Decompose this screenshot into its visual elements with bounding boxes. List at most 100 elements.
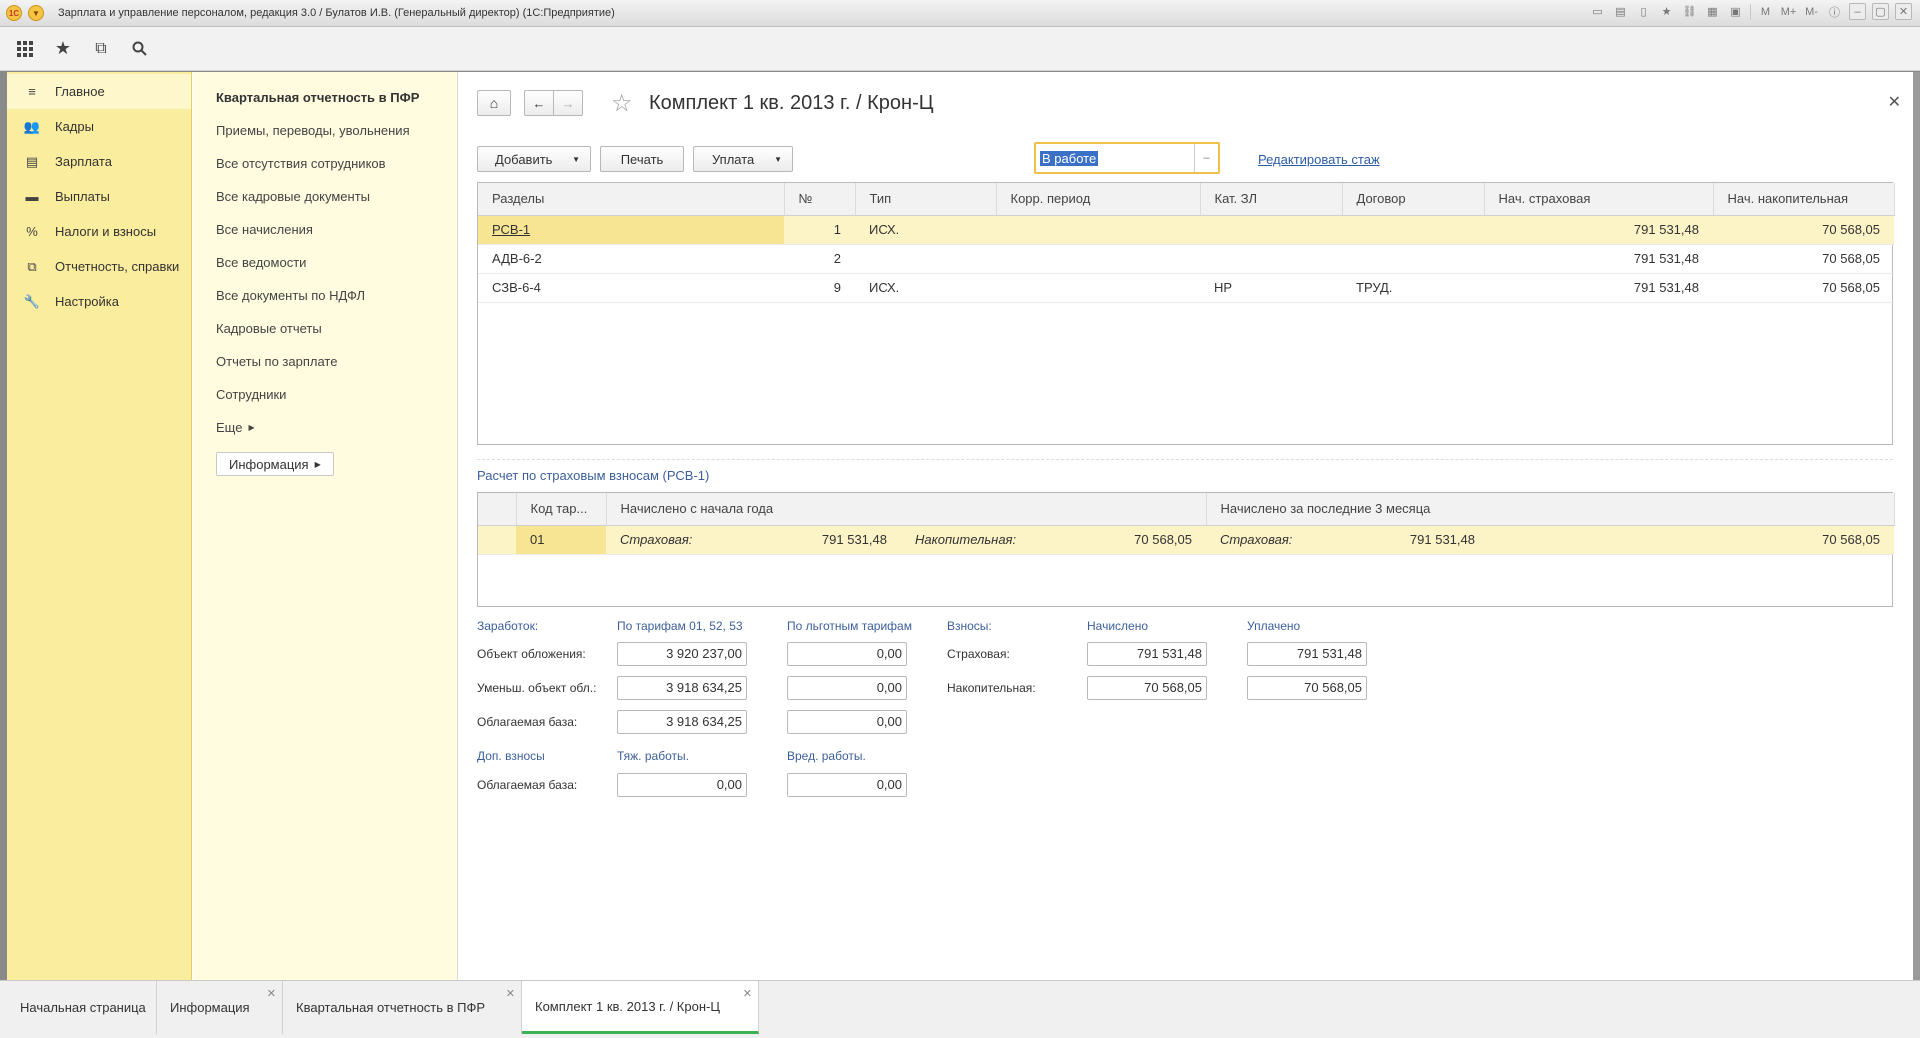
table-row[interactable]: 01 Страховая: 791 531,48 Накопительная: … — [478, 525, 1894, 555]
cell-section[interactable]: РСВ-1 — [478, 215, 784, 245]
cell-section[interactable]: АДВ-6-2 — [478, 244, 784, 274]
print-button[interactable]: Печать — [600, 146, 684, 172]
close-tab-icon[interactable]: ✕ — [506, 987, 515, 1000]
print-icon[interactable]: ▤ — [1612, 3, 1629, 20]
close-window-icon[interactable]: ✕ — [1895, 3, 1912, 20]
cell-q-funded[interactable]: 70 568,05 — [1489, 525, 1894, 555]
cell-corr-period[interactable] — [996, 273, 1200, 303]
section-reports[interactable]: ⧉ Отчетность, справки — [7, 249, 191, 284]
extra-heavy-field[interactable]: 0,00 — [617, 773, 747, 797]
nav-item[interactable]: Все отсутствия сотрудников — [193, 147, 457, 180]
cell-number[interactable]: 1 — [784, 215, 855, 245]
cell-q-insurance[interactable]: Страховая: 791 531,48 — [1206, 525, 1489, 555]
extra-harm-field[interactable]: 0,00 — [787, 773, 907, 797]
apps-grid-icon[interactable] — [14, 38, 36, 60]
cell-funded[interactable]: 70 568,05 — [1713, 273, 1894, 303]
cell-category[interactable] — [1200, 244, 1342, 274]
dropdown-dash-icon[interactable]: – — [1194, 144, 1218, 172]
insurance-paid-field[interactable]: 791 531,48 — [1247, 642, 1367, 666]
cell-insurance[interactable]: 791 531,48 — [1484, 244, 1713, 274]
cell-corr-period[interactable] — [996, 215, 1200, 245]
section-salary[interactable]: ▤ Зарплата — [7, 144, 191, 179]
col-header[interactable]: Начислено с начала года — [606, 493, 1207, 526]
close-tab-icon[interactable]: ✕ — [267, 987, 276, 1000]
edit-seniority-link[interactable]: Редактировать стаж — [1258, 152, 1380, 167]
home-button[interactable]: ⌂ — [477, 90, 511, 116]
nav-item[interactable]: Сотрудники — [193, 378, 457, 411]
payment-button[interactable]: Уплата ▼ — [693, 146, 793, 172]
object-tariff-field[interactable]: 3 920 237,00 — [617, 642, 747, 666]
nav-item[interactable]: Отчеты по зарплате — [193, 345, 457, 378]
funded-charged-field[interactable]: 70 568,05 — [1087, 676, 1207, 700]
col-header[interactable]: Нач. накопительная — [1713, 183, 1895, 216]
memory-m-icon[interactable]: M — [1757, 3, 1774, 20]
cell-type[interactable] — [855, 244, 996, 274]
nav-item[interactable]: Все начисления — [193, 213, 457, 246]
maximize-icon[interactable]: ▢ — [1872, 3, 1889, 20]
nav-item[interactable]: Кадровые отчеты — [193, 312, 457, 345]
link-icon[interactable]: ⛓ — [1681, 3, 1698, 20]
col-header[interactable]: Разделы — [478, 183, 785, 216]
section-main[interactable]: ≡ Главное — [7, 74, 191, 109]
insurance-charged-field[interactable]: 791 531,48 — [1087, 642, 1207, 666]
section-payments[interactable]: ▬ Выплаты — [7, 179, 191, 214]
cell-category[interactable]: НР — [1200, 273, 1342, 303]
add-button[interactable]: Добавить ▼ — [477, 146, 591, 172]
history-icon[interactable]: ⧉ — [90, 38, 112, 60]
nav-item[interactable]: Все ведомости — [193, 246, 457, 279]
nav-item[interactable]: Все кадровые документы — [193, 180, 457, 213]
cell-funded[interactable]: 70 568,05 — [1713, 244, 1894, 274]
close-tab-icon[interactable]: ✕ — [743, 987, 752, 1000]
funded-paid-field[interactable]: 70 568,05 — [1247, 676, 1367, 700]
info-icon[interactable]: ⓘ — [1826, 3, 1843, 20]
col-header[interactable]: Тип — [855, 183, 997, 216]
cell-contract[interactable] — [1342, 244, 1484, 274]
nav-item[interactable]: Приемы, переводы, увольнения — [193, 114, 457, 147]
col-header[interactable]: Корр. период — [996, 183, 1201, 216]
preview-icon[interactable]: ▯ — [1635, 3, 1652, 20]
cell-type[interactable]: ИСХ. — [855, 215, 996, 245]
minimize-icon[interactable]: – — [1849, 3, 1866, 20]
cell-funded[interactable]: 70 568,05 — [1713, 215, 1894, 245]
cell-insurance[interactable]: 791 531,48 — [1484, 273, 1713, 303]
col-header[interactable]: Нач. страховая — [1484, 183, 1714, 216]
nav-title[interactable]: Квартальная отчетность в ПФР — [193, 72, 457, 114]
reduced-tariff-field[interactable]: 3 918 634,25 — [617, 676, 747, 700]
col-header[interactable]: Начислено за последние 3 месяца — [1206, 493, 1895, 526]
calculator-icon[interactable]: ▦ — [1704, 3, 1721, 20]
favorites-add-icon[interactable]: ★ — [1658, 3, 1675, 20]
section-personnel[interactable]: 👥 Кадры — [7, 109, 191, 144]
tab-pfr-reports[interactable]: Квартальная отчетность в ПФР ✕ — [283, 981, 522, 1034]
col-header[interactable]: Код тар... — [516, 493, 607, 526]
reduced-pref-field[interactable]: 0,00 — [787, 676, 907, 700]
base-tariff-field[interactable]: 3 918 634,25 — [617, 710, 747, 734]
memory-m-minus-icon[interactable]: M- — [1803, 3, 1820, 20]
favorites-icon[interactable]: ★ — [52, 38, 74, 60]
table-row[interactable]: СЗВ-6-4 9 ИСХ. НР ТРУД. 791 531,48 70 56… — [478, 273, 1894, 303]
app-logo-icon[interactable]: 1С — [6, 5, 22, 21]
base-pref-field[interactable]: 0,00 — [787, 710, 907, 734]
cell-number[interactable]: 9 — [784, 273, 855, 303]
cell-ytd-insurance[interactable]: Страховая: 791 531,48 — [606, 525, 901, 555]
cell-contract[interactable] — [1342, 215, 1484, 245]
tab-document[interactable]: Комплект 1 кв. 2013 г. / Крон-Ц ✕ — [522, 981, 759, 1034]
cell-type[interactable]: ИСХ. — [855, 273, 996, 303]
cell-code[interactable]: 01 — [516, 525, 606, 555]
cell-contract[interactable]: ТРУД. — [1342, 273, 1484, 303]
save-icon[interactable]: ▭ — [1589, 3, 1606, 20]
nav-item[interactable]: Все документы по НДФЛ — [193, 279, 457, 312]
calendar-icon[interactable]: ▣ — [1727, 3, 1744, 20]
favorite-star-icon[interactable]: ☆ — [611, 89, 633, 118]
table-row[interactable]: АДВ-6-2 2 791 531,48 70 568,05 — [478, 244, 1894, 274]
cell-insurance[interactable]: 791 531,48 — [1484, 215, 1713, 245]
main-menu-button[interactable]: ▼ — [28, 5, 44, 21]
search-icon[interactable] — [128, 38, 150, 60]
cell-category[interactable] — [1200, 215, 1342, 245]
table-row[interactable]: РСВ-1 1 ИСХ. 791 531,48 70 568,05 — [478, 215, 1894, 245]
memory-m-plus-icon[interactable]: M+ — [1780, 3, 1797, 20]
cell-corr-period[interactable] — [996, 244, 1200, 274]
col-header[interactable]: № — [784, 183, 856, 216]
cell-number[interactable]: 2 — [784, 244, 855, 274]
col-header[interactable]: Кат. ЗЛ — [1200, 183, 1343, 216]
object-pref-field[interactable]: 0,00 — [787, 642, 907, 666]
